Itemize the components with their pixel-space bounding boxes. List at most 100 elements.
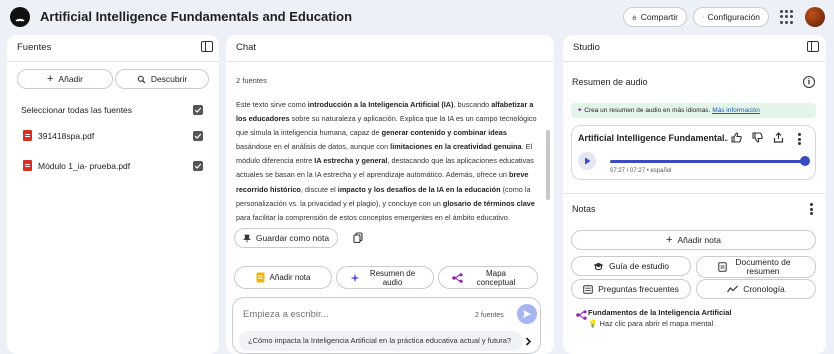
- notes-more-options-icon[interactable]: [810, 203, 813, 215]
- sparkle-icon: [350, 273, 359, 282]
- audio-progress-handle[interactable]: [800, 156, 810, 166]
- document-icon: [718, 262, 727, 272]
- play-button[interactable]: [578, 152, 596, 170]
- mind-map-action-label: Mapa conceptual: [476, 268, 516, 287]
- chat-composer: 2 fuentes ¿Cómo impacta la Inteligencia …: [232, 297, 541, 354]
- thumbs-down-icon[interactable]: [751, 131, 763, 143]
- mind-map-icon: [452, 272, 463, 283]
- add-source-label: Añadir: [58, 74, 83, 84]
- source-name-1[interactable]: 391418spa.pdf: [38, 131, 94, 141]
- studio-title: Studio: [573, 42, 600, 53]
- settings-label: Configuración: [707, 12, 760, 22]
- add-note-label: Añadir nota: [677, 235, 721, 245]
- select-all-label: Seleccionar todas las fuentes: [21, 105, 133, 115]
- briefing-doc-label: Documento de resumen: [735, 257, 791, 276]
- discover-search-icon: [137, 75, 146, 83]
- study-guide-label: Guía de estudio: [608, 261, 669, 271]
- info-icon[interactable]: i: [803, 76, 815, 88]
- audio-overview-action-label: Resumen de audio: [369, 268, 416, 287]
- audio-overview-heading: Resumen de audio: [572, 77, 648, 87]
- audio-overview-action-button[interactable]: Resumen de audio: [336, 266, 434, 289]
- send-button[interactable]: [517, 304, 537, 324]
- chat-source-count: 2 fuentes: [236, 76, 267, 85]
- more-options-icon[interactable]: [798, 133, 801, 145]
- timeline-icon: [727, 285, 739, 293]
- next-suggestion-button[interactable]: [519, 331, 537, 351]
- divider: [563, 193, 826, 194]
- learn-more-link[interactable]: Más información: [712, 107, 760, 114]
- chat-scrollbar[interactable]: [546, 130, 550, 200]
- chat-input[interactable]: [243, 309, 443, 320]
- timeline-button[interactable]: Cronología: [696, 279, 816, 299]
- save-as-note-button[interactable]: Guardar como nota: [234, 228, 338, 248]
- source-checkbox-1[interactable]: [193, 131, 203, 141]
- briefing-doc-button[interactable]: Documento de resumen: [696, 256, 816, 278]
- chevron-right-icon: [525, 336, 531, 346]
- send-icon: [523, 310, 531, 318]
- audio-player-card: Artificial Intelligence Fundamental... 0…: [571, 125, 816, 180]
- chat-summary-text: Este texto sirve como introducción a la …: [236, 100, 537, 222]
- plus-icon: +: [666, 234, 673, 246]
- thumbs-up-icon[interactable]: [730, 131, 742, 143]
- note-item-subtitle[interactable]: 💡 Haz clic para abrir el mapa mental: [588, 319, 713, 328]
- notebooklm-logo-icon[interactable]: [10, 7, 30, 27]
- pdf-icon: [23, 160, 32, 171]
- audio-time: 07:27 / 07:27 • español: [610, 168, 672, 174]
- pin-icon: [242, 234, 251, 242]
- add-source-button[interactable]: + Añadir: [17, 69, 113, 89]
- save-as-note-label: Guardar como nota: [255, 233, 330, 243]
- source-name-2[interactable]: Módulo 1_ia- prueba.pdf: [38, 161, 130, 171]
- sources-panel: Fuentes + Añadir Descubrir Seleccionar t…: [7, 35, 219, 354]
- lightbulb-icon: 💡: [588, 319, 598, 328]
- play-icon: [584, 157, 590, 165]
- audio-language-banner: ✦ Crea un resumen de audio en más idioma…: [571, 103, 816, 118]
- audio-progress-track[interactable]: [610, 160, 806, 163]
- faq-list-icon: [583, 284, 593, 294]
- pdf-icon: [23, 130, 32, 141]
- collapse-sources-icon[interactable]: [201, 41, 213, 52]
- divider: [563, 61, 826, 62]
- study-guide-button[interactable]: Guía de estudio: [571, 256, 691, 276]
- divider: [226, 61, 554, 62]
- top-bar: Artificial Intelligence Fundamentals and…: [0, 0, 834, 34]
- share-label: Compartir: [640, 12, 678, 22]
- suggested-question[interactable]: ¿Cómo impacta la Inteligencia Artificial…: [239, 331, 523, 351]
- faq-button[interactable]: Preguntas frecuentes: [571, 279, 691, 299]
- collapse-studio-icon[interactable]: [807, 41, 819, 52]
- copy-icon[interactable]: [353, 232, 363, 244]
- notes-heading: Notas: [572, 204, 596, 214]
- banner-text: Crea un resumen de audio en más idiomas.: [584, 107, 711, 114]
- sources-title: Fuentes: [17, 42, 52, 53]
- discover-label: Descubrir: [150, 74, 188, 84]
- plus-icon: +: [46, 73, 54, 85]
- faq-label: Preguntas frecuentes: [598, 284, 679, 294]
- chat-panel: Chat 2 fuentes Este texto sirve como int…: [226, 35, 554, 354]
- composer-source-count: 2 fuentes: [475, 312, 504, 319]
- divider: [7, 61, 219, 62]
- mind-map-action-button[interactable]: Mapa conceptual: [438, 266, 538, 289]
- note-item-title[interactable]: Fundamentos de la Inteligencia Artificia…: [588, 308, 732, 317]
- settings-button[interactable]: Configuración: [693, 7, 769, 27]
- notebook-title[interactable]: Artificial Intelligence Fundamentals and…: [40, 9, 352, 24]
- lock-icon: [632, 15, 637, 20]
- chat-title: Chat: [236, 42, 257, 53]
- share-button[interactable]: Compartir: [623, 7, 687, 27]
- timeline-label: Cronología: [743, 284, 785, 294]
- avatar[interactable]: [805, 7, 825, 27]
- discover-sources-button[interactable]: Descubrir: [115, 69, 209, 89]
- studio-panel: Studio Resumen de audio i ✦ Crea un resu…: [563, 35, 826, 354]
- select-all-checkbox[interactable]: [193, 105, 203, 115]
- apps-grid-icon[interactable]: [780, 10, 794, 24]
- audio-title: Artificial Intelligence Fundamental...: [578, 133, 728, 143]
- add-note-action-label: Añadir nota: [269, 273, 311, 282]
- add-note-button[interactable]: + Añadir nota: [571, 230, 816, 250]
- sparkle-icon: ✦: [577, 107, 583, 114]
- note-icon: [256, 272, 265, 283]
- graduation-cap-icon: [593, 262, 604, 270]
- source-checkbox-2[interactable]: [193, 161, 203, 171]
- mind-map-note-icon: [576, 310, 587, 322]
- add-note-action-button[interactable]: Añadir nota: [234, 266, 332, 289]
- share-icon[interactable]: [772, 131, 784, 143]
- gear-icon: [702, 16, 704, 18]
- note-item-subtitle-text: Haz clic para abrir el mapa mental: [599, 319, 714, 328]
